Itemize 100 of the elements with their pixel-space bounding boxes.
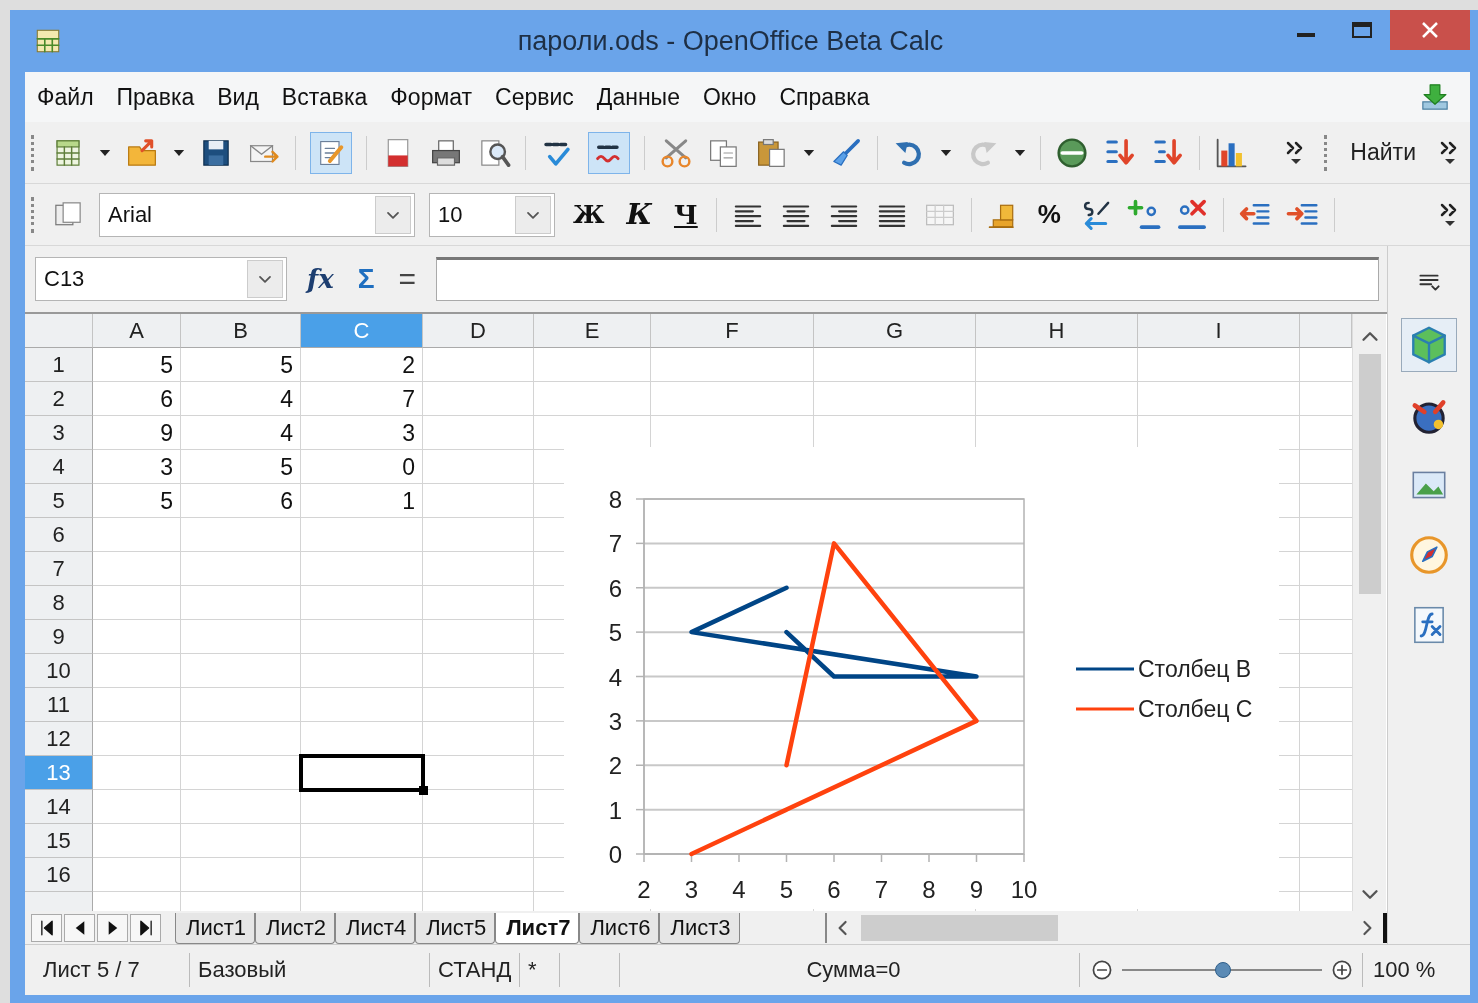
row-header[interactable]: 8 <box>25 586 93 620</box>
properties-button[interactable] <box>1401 318 1457 372</box>
table-cell: 5 <box>280 453 293 481</box>
dropdown-button[interactable] <box>375 195 411 234</box>
dropdown-button[interactable] <box>247 260 283 298</box>
row-header[interactable]: 11 <box>25 688 93 722</box>
axis-label: 9 <box>969 876 984 903</box>
sheet-tab[interactable]: Лист4 <box>335 912 416 944</box>
axis-label: 6 <box>608 574 622 602</box>
chart-area[interactable]: 0 1 2 3 4 5 6 7 8 2 3 4 5 6 7 8 9 10 Столбец B Столбец C <box>564 447 1279 909</box>
window-title: пароли.ods - OpenOffice Beta Calc <box>517 25 944 57</box>
row-header[interactable]: 2 <box>25 382 93 416</box>
sheet-tab[interactable]: Лист6 <box>579 912 660 944</box>
insert-mode: СТАНД <box>430 953 520 987</box>
italic-button[interactable]: К <box>622 198 656 231</box>
row-header[interactable]: 1 <box>25 348 93 382</box>
row-header[interactable]: 3 <box>25 416 93 450</box>
bold-button[interactable]: Ж <box>569 200 609 229</box>
zoom-in-icon[interactable] <box>1330 958 1354 982</box>
legend-label: Столбец C <box>1138 696 1253 722</box>
name-box[interactable]: C13 <box>35 257 287 301</box>
underline-button[interactable]: Ч <box>670 199 702 230</box>
axis-label: 1 <box>608 796 622 824</box>
table-cell: 4 <box>280 385 293 413</box>
axis-label: 8 <box>608 486 622 513</box>
zoom-out-icon[interactable] <box>1090 958 1114 982</box>
sheet-tab[interactable]: Лист3 <box>659 912 740 944</box>
table-cell: 3 <box>160 453 173 481</box>
row-header[interactable]: 16 <box>25 858 93 892</box>
menu-item[interactable]: Файл <box>37 83 94 111</box>
row-header[interactable]: 7 <box>25 552 93 586</box>
menu-item[interactable]: Вид <box>217 83 259 111</box>
column-header[interactable]: G <box>814 314 976 348</box>
table-cell: 6 <box>280 487 293 515</box>
menu-item[interactable]: Вставка <box>281 83 368 111</box>
scrollbar-thumb[interactable] <box>1358 354 1381 594</box>
table-cell: 5 <box>280 351 293 379</box>
row-header[interactable]: 4 <box>25 450 93 484</box>
column-header[interactable]: D <box>423 314 534 348</box>
function-button[interactable]: = <box>394 262 421 296</box>
menu-item[interactable]: Данные <box>596 83 680 111</box>
font-name-field[interactable]: Arial <box>99 192 415 237</box>
sheet-tab[interactable]: Лист5 <box>415 912 496 944</box>
axis-label: 4 <box>608 663 622 691</box>
formula-input-field[interactable] <box>436 257 1379 301</box>
fill-handle[interactable] <box>419 786 428 795</box>
horizontal-scrollbar[interactable] <box>825 913 1387 943</box>
row-header[interactable]: 6 <box>25 518 93 552</box>
table-cell: 1 <box>402 487 415 515</box>
zoom-level: 100 % <box>1362 953 1436 987</box>
column-header[interactable]: I <box>1138 314 1300 348</box>
find-button[interactable]: Найти <box>1344 139 1422 166</box>
menu-item[interactable]: Сервис <box>495 83 574 111</box>
column-header[interactable]: B <box>181 314 301 348</box>
column-header[interactable]: E <box>534 314 651 348</box>
zoom-slider[interactable] <box>1122 962 1322 978</box>
row-header[interactable]: 15 <box>25 824 93 858</box>
dropdown-button[interactable] <box>515 195 551 234</box>
table-cell: 7 <box>402 385 415 413</box>
row-header[interactable]: 9 <box>25 620 93 654</box>
close-icon <box>1421 21 1439 39</box>
axis-label: 2 <box>637 876 651 903</box>
menu-item[interactable]: Формат <box>390 83 473 111</box>
axis-label: 0 <box>608 841 622 868</box>
sheet-tab[interactable]: Лист7 <box>495 912 580 944</box>
axis-label: 3 <box>684 876 699 903</box>
add-decimal-icon[interactable] <box>1126 197 1161 232</box>
table-cell: 3 <box>402 419 415 447</box>
menu-item[interactable]: Окно <box>702 83 757 111</box>
row-header[interactable]: 5 <box>25 484 93 518</box>
sheet-indicator: Лист 5 / 7 <box>25 953 190 987</box>
sum-button[interactable]: Σ <box>353 263 379 295</box>
sheet-tab[interactable]: Лист2 <box>255 912 336 944</box>
function-wizard-button[interactable]: fx <box>303 264 338 294</box>
cell-cursor[interactable] <box>299 754 425 792</box>
modified-indicator: * <box>520 953 560 987</box>
axis-label: 3 <box>608 707 622 735</box>
row-header[interactable]: 10 <box>25 654 93 688</box>
vertical-scrollbar[interactable] <box>1352 314 1386 911</box>
row-header[interactable]: 14 <box>25 790 93 824</box>
column-header[interactable]: A <box>93 314 181 348</box>
sheet-tab[interactable]: Лист1 <box>175 912 256 944</box>
sum-display: Сумма=0 <box>620 953 1080 987</box>
column-header[interactable]: F <box>651 314 814 348</box>
legend-label: Столбец B <box>1138 656 1252 682</box>
scrollbar-thumb[interactable] <box>861 915 1058 941</box>
table-cell: 5 <box>160 351 173 379</box>
percent-button[interactable]: % <box>1033 199 1065 230</box>
column-header[interactable]: H <box>976 314 1138 348</box>
menu-item[interactable]: Правка <box>116 83 195 111</box>
axis-label: 7 <box>874 876 889 903</box>
close-button[interactable] <box>1390 10 1470 50</box>
axis-label: 10 <box>1010 876 1038 903</box>
row-header[interactable]: 12 <box>25 722 93 756</box>
axis-label: 7 <box>608 530 622 558</box>
menu-item[interactable]: Справка <box>779 83 870 111</box>
compass-icon[interactable] <box>1407 533 1451 577</box>
legend-line <box>1076 667 1134 671</box>
axis-label: 5 <box>779 876 794 903</box>
font-size-field[interactable]: 10 <box>429 192 555 237</box>
